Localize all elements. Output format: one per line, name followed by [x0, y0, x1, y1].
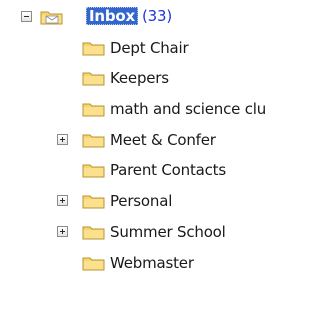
inbox-folder-icon	[40, 11, 63, 25]
unread-count: (33)	[141, 7, 172, 25]
expand-plus-icon[interactable]	[57, 195, 68, 206]
folder-label: Meet & Confer	[110, 131, 216, 149]
folder-label: Webmaster	[110, 254, 194, 272]
tree-item-dept-chair[interactable]: Dept Chair	[0, 33, 319, 63]
expand-plus-icon[interactable]	[57, 134, 68, 145]
tree-item-parent-contacts[interactable]: Parent Contacts	[0, 155, 319, 185]
tree-item-inbox[interactable]: Inbox (33)	[0, 2, 319, 32]
folder-label: math and science clu	[110, 100, 267, 118]
inbox-label[interactable]: Inbox	[86, 7, 138, 25]
tree-item-keepers[interactable]: Keepers	[0, 63, 319, 93]
tree-item-summer-school[interactable]: Summer School	[0, 217, 319, 247]
folder-label: Dept Chair	[110, 39, 189, 57]
folder-icon	[82, 195, 105, 209]
folder-icon	[82, 103, 105, 117]
folder-tree: Inbox (33) Dept Chair Keepers math and sc…	[0, 0, 319, 309]
folder-label: Parent Contacts	[110, 161, 226, 179]
tree-item-webmaster[interactable]: Webmaster	[0, 248, 319, 278]
folder-label: Summer School	[110, 223, 226, 241]
tree-item-math-and-science[interactable]: math and science clu	[0, 94, 319, 124]
tree-item-meet-and-confer[interactable]: Meet & Confer	[0, 125, 319, 155]
collapse-minus-icon[interactable]	[21, 11, 32, 22]
expand-plus-icon[interactable]	[57, 226, 68, 237]
folder-icon	[82, 42, 105, 56]
folder-icon	[82, 164, 105, 178]
folder-label: Personal	[110, 192, 173, 210]
folder-icon	[82, 134, 105, 148]
folder-icon	[82, 226, 105, 240]
folder-label: Keepers	[110, 69, 169, 87]
folder-icon	[82, 72, 105, 86]
tree-item-personal[interactable]: Personal	[0, 186, 319, 216]
folder-icon	[82, 257, 105, 271]
tree-item-inbox-text: Inbox (33)	[86, 7, 172, 25]
